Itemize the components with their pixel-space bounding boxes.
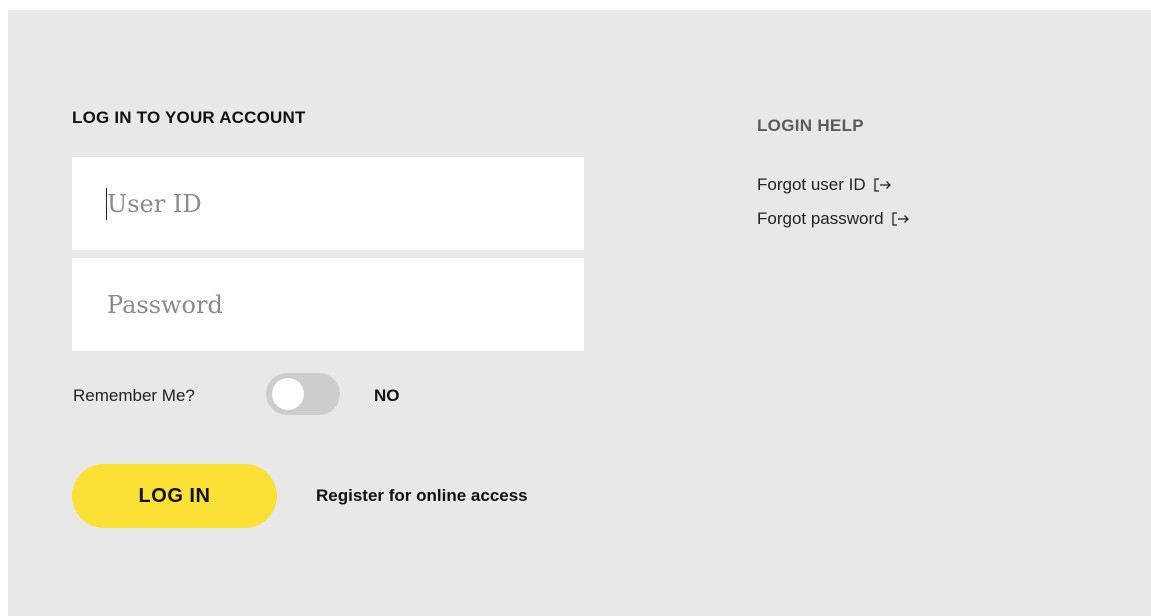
external-link-icon — [874, 178, 891, 192]
remember-me-label: Remember Me? — [73, 386, 195, 405]
forgot-user-id-link[interactable]: Forgot user ID — [757, 175, 892, 195]
register-link[interactable]: Register for online access — [316, 486, 528, 506]
login-button[interactable]: LOG IN — [72, 464, 277, 528]
remember-me-state: NO — [374, 386, 400, 405]
login-help-title: LOGIN HELP — [757, 116, 864, 135]
external-link-icon — [891, 212, 909, 226]
toggle-knob — [272, 378, 304, 410]
user-id-input[interactable] — [72, 157, 584, 250]
forgot-user-id-label: Forgot user ID — [757, 175, 866, 194]
login-title: LOG IN TO YOUR ACCOUNT — [72, 108, 306, 127]
text-cursor — [106, 188, 107, 220]
forgot-password-link[interactable]: Forgot password — [757, 209, 910, 229]
password-input[interactable] — [72, 258, 584, 351]
remember-me-toggle[interactable] — [266, 373, 340, 415]
forgot-password-label: Forgot password — [757, 209, 884, 228]
